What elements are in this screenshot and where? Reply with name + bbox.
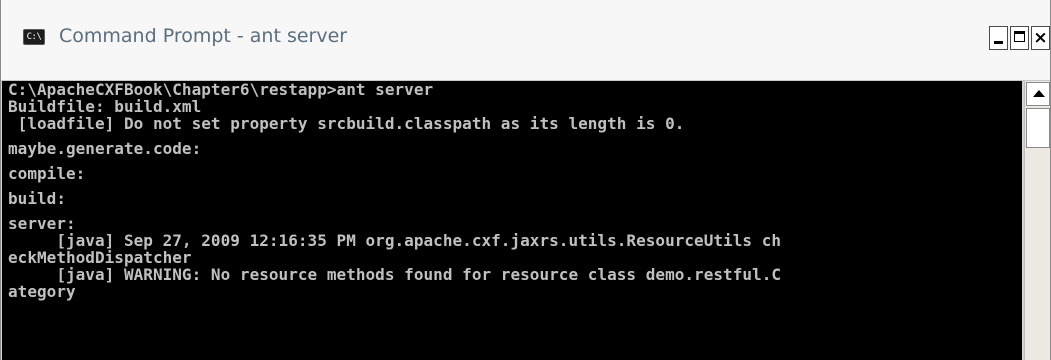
- title-bar[interactable]: C:\ Command Prompt - ant server ×: [1, 0, 1050, 81]
- close-button[interactable]: ×: [1031, 26, 1050, 50]
- cmd-icon: C:\: [23, 29, 45, 45]
- scroll-up-arrow-icon[interactable]: [1026, 82, 1050, 106]
- console-line: ategory: [8, 282, 76, 301]
- minimize-button[interactable]: [989, 26, 1008, 50]
- console-line: C:\ApacheCXFBook\Chapter6\restapp>ant se…: [8, 81, 434, 99]
- command-prompt-window: C:\ Command Prompt - ant server × C:\Apa…: [0, 0, 1051, 360]
- caption-buttons: ×: [989, 26, 1050, 50]
- console-line: [java] WARNING: No resource methods foun…: [8, 265, 782, 284]
- console-output[interactable]: C:\ApacheCXFBook\Chapter6\restapp>ant se…: [2, 81, 1022, 360]
- console-line: [loadfile] Do not set property srcbuild.…: [8, 114, 685, 133]
- vertical-scrollbar[interactable]: [1024, 81, 1050, 360]
- minimize-icon: [990, 27, 1007, 49]
- maximize-icon: [1011, 27, 1028, 49]
- window-title: Command Prompt - ant server: [59, 25, 348, 47]
- maximize-button[interactable]: [1010, 26, 1029, 50]
- console-line: server:: [8, 214, 76, 233]
- console-line: [java] Sep 27, 2009 12:16:35 PM org.apac…: [8, 231, 782, 250]
- console-line: Buildfile: build.xml: [8, 97, 202, 116]
- console-line: maybe.generate.code:: [8, 139, 202, 158]
- scroll-thumb[interactable]: [1026, 108, 1050, 148]
- close-icon: ×: [1033, 28, 1048, 48]
- console-lines: C:\ApacheCXFBook\Chapter6\restapp>ant se…: [8, 81, 781, 300]
- console-line: compile:: [8, 164, 86, 183]
- console-line: eckMethodDispatcher: [8, 248, 192, 267]
- console-line: build:: [8, 189, 66, 208]
